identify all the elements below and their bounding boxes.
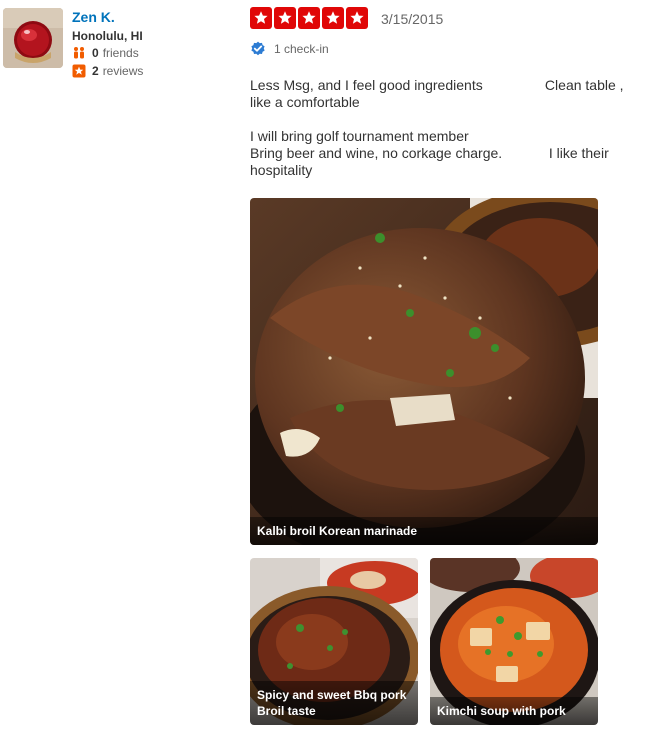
checkin-badge-icon [251,41,265,56]
friends-number: 0 [92,46,99,60]
star-icon [322,7,344,29]
review-star-icon [72,64,86,78]
star-rating [250,7,368,29]
reviews-label: reviews [102,64,144,78]
review-paragraph-1: Less Msg, and I feel good ingredients Cl… [250,77,628,110]
photo-caption-kalbi: Kalbi broil Korean marinade [250,517,598,545]
photo-caption-kimchi-soup: Kimchi soup with pork [430,697,598,725]
photo-spicy-pork[interactable]: Spicy and sweet Bbq pork Broil taste [250,558,418,725]
friends-icon [72,46,86,60]
reviews-number: 2 [92,64,99,78]
user-location: Honolulu, HI [72,29,143,43]
star-icon [250,7,272,29]
checkin-label: 1 check-in [274,42,329,56]
photo-kalbi[interactable]: Kalbi broil Korean marinade [250,198,598,545]
friends-label: friends [102,46,139,60]
checkin-info: 1 check-in [250,41,329,57]
star-icon [298,7,320,29]
kalbi-photo-image [250,198,598,545]
reviews-count: 2 reviews [72,64,143,78]
photo-caption-spicy-pork: Spicy and sweet Bbq pork Broil taste [250,681,418,725]
user-name-link[interactable]: Zen K. [72,9,115,25]
review-paragraph-2: I will bring golf tournament member Brin… [250,128,609,178]
avatar-image [3,8,63,68]
star-icon [346,7,368,29]
review-text: Less Msg, and I feel good ingredients Cl… [250,77,625,196]
photo-kimchi-soup[interactable]: Kimchi soup with pork [430,558,598,725]
user-avatar[interactable] [3,8,63,68]
review-date: 3/15/2015 [381,11,444,27]
star-icon [274,7,296,29]
friends-count: 0 friends [72,46,139,60]
